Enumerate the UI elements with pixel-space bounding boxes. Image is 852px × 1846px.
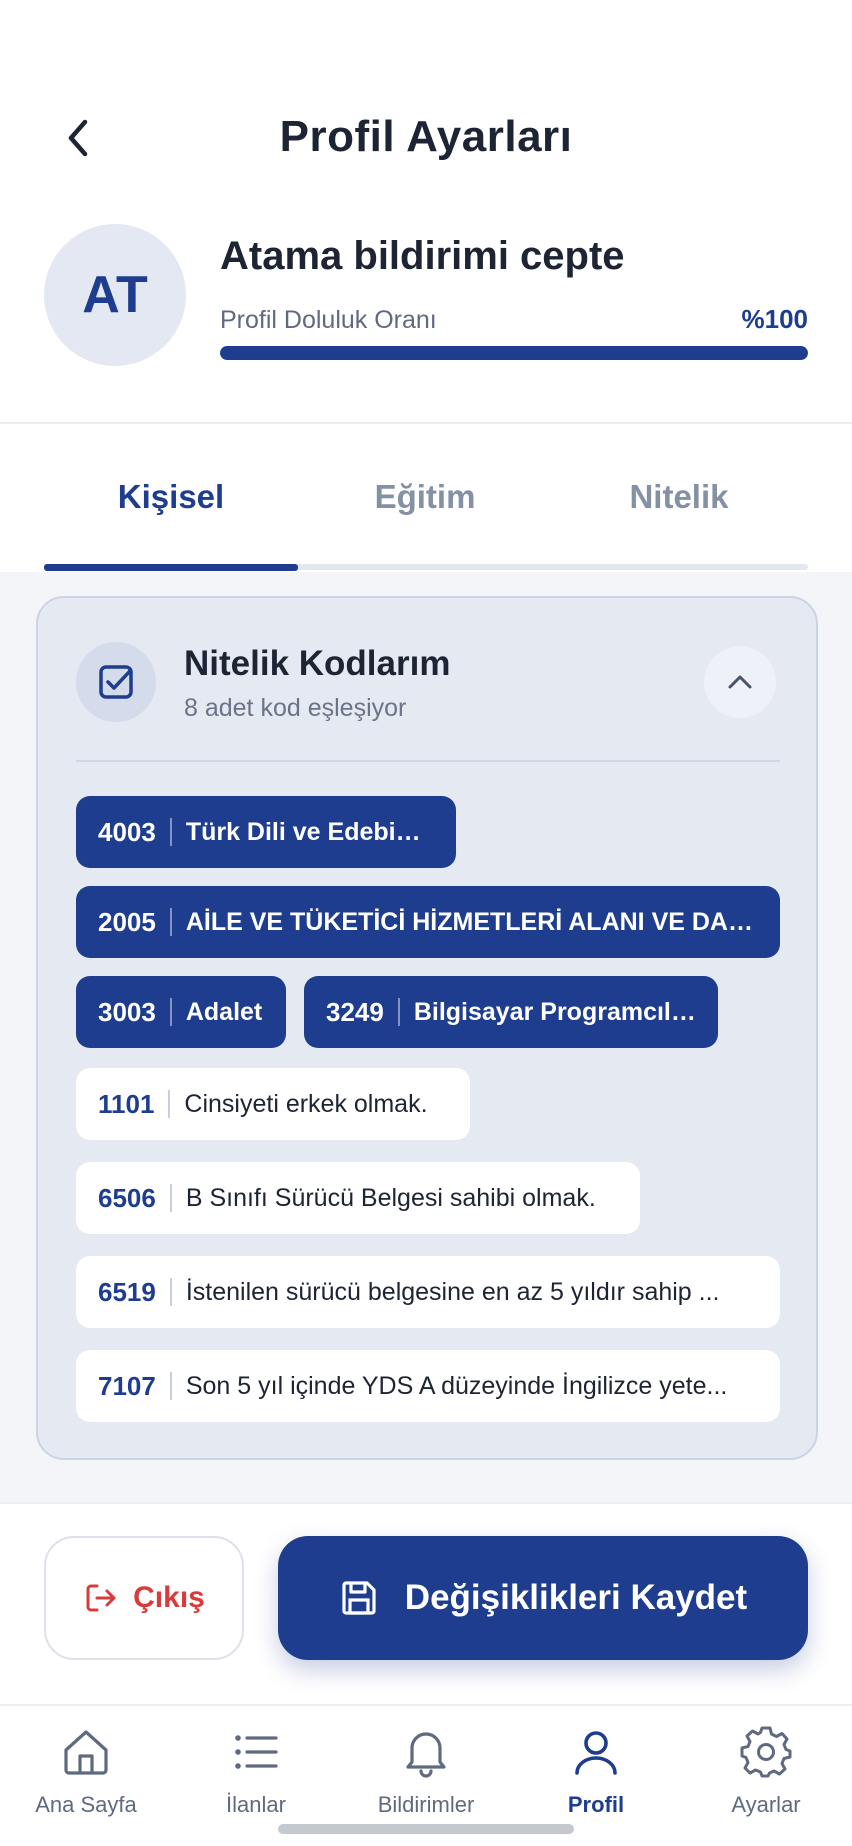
chip-separator (169, 1372, 172, 1400)
list-icon (228, 1724, 284, 1780)
chip-separator (169, 1278, 172, 1306)
nav-label: İlanlar (226, 1792, 286, 1817)
chip-code: 3003 (98, 996, 156, 1027)
chip-label: Cinsiyeti erkek olmak. (184, 1089, 428, 1118)
code-chip[interactable]: 3003 Adalet (76, 976, 286, 1048)
home-indicator (278, 1824, 574, 1834)
card-title: Nitelik Kodlarım (184, 644, 451, 683)
chip-code: 6506 (98, 1182, 156, 1213)
chip-separator (169, 818, 172, 846)
bell-icon (398, 1724, 454, 1780)
chip-separator (169, 908, 172, 936)
logout-icon (86, 1584, 116, 1612)
collapse-button[interactable] (704, 646, 776, 718)
profile-fill-value: %100 (741, 304, 809, 334)
profile-name: Atama bildirimi cepte (220, 234, 625, 278)
profile-fill-progress (220, 346, 808, 360)
chip-code: 3249 (326, 996, 384, 1027)
home-icon (58, 1724, 114, 1780)
code-chip[interactable]: 3249 Bilgisayar Programcılığı (304, 976, 718, 1048)
chip-separator (169, 998, 172, 1026)
save-changes-button[interactable]: Değişiklikleri Kaydet (278, 1536, 808, 1660)
page-title: Profil Ayarları (279, 112, 573, 161)
tab-bar: Kişisel Eğitim Nitelik (44, 452, 808, 572)
chip-label: B Sınıfı Sürücü Belgesi sahibi olmak. (185, 1183, 596, 1212)
tab-kisisel[interactable]: Kişisel (44, 478, 298, 516)
nav-label: Bildirimler (377, 1792, 475, 1817)
profile-fill-label: Profil Doluluk Oranı (220, 306, 437, 334)
code-chip[interactable]: 7107 Son 5 yıl içinde YDS A düzeyinde İn… (76, 1350, 780, 1422)
chip-label: Türk Dili ve Edebiyatı (185, 817, 434, 846)
chip-code: 7107 (98, 1370, 156, 1401)
chip-separator (168, 1090, 171, 1118)
logout-label: Çıkış (133, 1581, 205, 1614)
profile-fill-bar (220, 346, 808, 360)
nav-item-settings[interactable]: Ayarlar (681, 1724, 851, 1818)
gear-icon (738, 1724, 794, 1780)
checkbox-checked-icon (99, 665, 133, 699)
nav-item-profile[interactable]: Profil (511, 1724, 681, 1818)
chip-label: Son 5 yıl içinde YDS A düzeyinde İngiliz… (185, 1371, 728, 1400)
save-icon (342, 1581, 376, 1615)
nav-item-listings[interactable]: İlanlar (171, 1724, 341, 1818)
chip-code: 2005 (98, 906, 156, 937)
card-icon-badge (76, 642, 156, 722)
tab-nitelik[interactable]: Nitelik (552, 478, 806, 516)
logout-button[interactable]: Çıkış (44, 1536, 244, 1660)
save-changes-label: Değişiklikleri Kaydet (404, 1578, 748, 1617)
chevron-up-icon (728, 675, 752, 689)
chip-label: İstenilen sürücü belgesine en az 5 yıldı… (185, 1277, 720, 1306)
card-divider (76, 760, 780, 762)
code-chip[interactable]: 2005 AİLE VE TÜKETİCİ HİZMETLERİ ALANI V… (76, 886, 780, 958)
header-divider (0, 422, 852, 424)
avatar: AT (44, 224, 186, 366)
header: Profil Ayarları AT Atama bildirimi cepte… (0, 0, 852, 422)
nav-label: Ayarlar (731, 1792, 801, 1817)
nav-item-home[interactable]: Ana Sayfa (1, 1724, 171, 1818)
qualification-codes-card: Nitelik Kodlarım 8 adet kod eşleşiyor 40… (36, 596, 818, 1460)
chip-label: Adalet (185, 997, 263, 1026)
chip-code: 1101 (98, 1088, 155, 1119)
code-chip[interactable]: 1101 Cinsiyeti erkek olmak. (76, 1068, 470, 1140)
code-chip[interactable]: 6519 İstenilen sürücü belgesine en az 5 … (76, 1256, 780, 1328)
nav-label: Ana Sayfa (35, 1792, 137, 1817)
tab-active-indicator (44, 564, 298, 571)
chip-separator (397, 998, 400, 1026)
code-chip[interactable]: 4003 Türk Dili ve Edebiyatı (76, 796, 456, 868)
chip-separator (169, 1184, 172, 1212)
chip-code: 6519 (98, 1276, 156, 1307)
nav-item-notifications[interactable]: Bildirimler (341, 1724, 511, 1818)
chip-code: 4003 (98, 816, 156, 847)
user-icon (568, 1724, 624, 1780)
card-subtitle: 8 adet kod eşleşiyor (184, 694, 407, 722)
nav-label: Profil (567, 1792, 625, 1817)
tab-egitim[interactable]: Eğitim (298, 478, 552, 516)
code-chip[interactable]: 6506 B Sınıfı Sürücü Belgesi sahibi olma… (76, 1162, 640, 1234)
chip-label: AİLE VE TÜKETİCİ HİZMETLERİ ALANI VE DAL… (185, 907, 758, 936)
chip-label: Bilgisayar Programcılığı (413, 997, 696, 1026)
